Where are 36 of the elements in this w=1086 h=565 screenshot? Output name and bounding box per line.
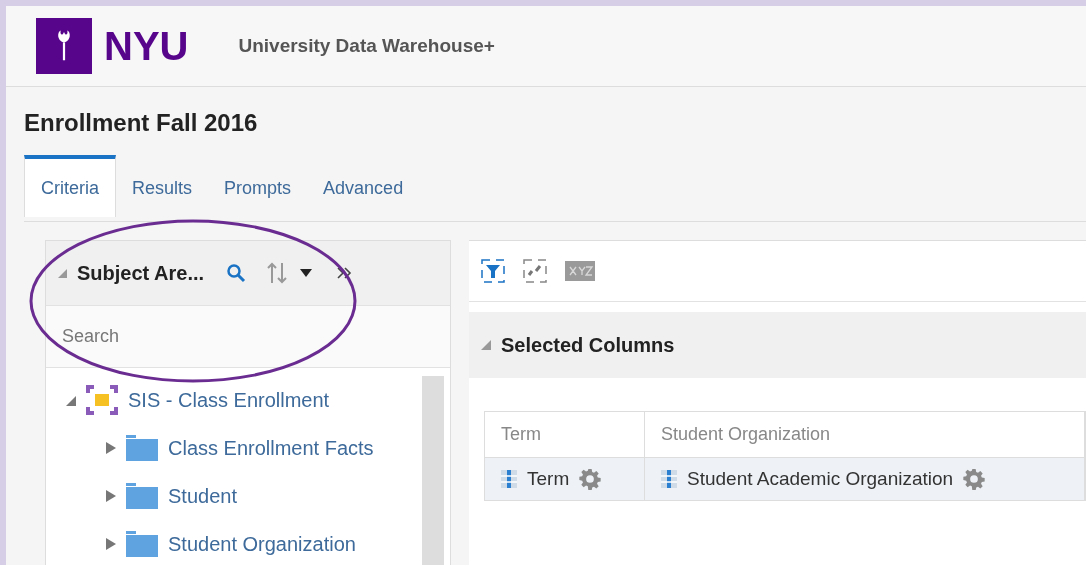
scrollbar[interactable] <box>422 376 444 565</box>
folder-icon <box>126 435 158 461</box>
panel-title: Subject Are... <box>77 261 205 285</box>
folder-icon <box>126 483 158 509</box>
tab[interactable]: Criteria <box>24 155 116 217</box>
folder-icon <box>126 531 158 557</box>
section-title: Selected Columns <box>501 333 675 357</box>
expand-triangle-icon[interactable] <box>106 442 116 454</box>
app-title: University Data Warehouse+ <box>238 35 495 57</box>
tab[interactable]: Advanced <box>307 155 420 217</box>
collapse-triangle-icon[interactable] <box>66 394 76 406</box>
expand-triangle-icon[interactable] <box>106 490 116 502</box>
gear-icon[interactable] <box>579 468 602 490</box>
logo-text: NYU <box>104 23 189 69</box>
page-title: Enrollment Fall 2016 <box>23 108 259 137</box>
search-field[interactable]: Search <box>46 306 450 368</box>
collapse-triangle-icon[interactable] <box>58 268 67 278</box>
tree-item[interactable]: SIS - Class Enrollment <box>128 388 330 412</box>
collapse-triangle-icon[interactable] <box>481 340 491 350</box>
filter-icon[interactable] <box>481 259 505 283</box>
tab[interactable]: Prompts <box>208 155 308 217</box>
expand-triangle-icon[interactable] <box>106 538 116 550</box>
tab[interactable]: Results <box>116 155 209 217</box>
tree-item[interactable]: Student <box>168 484 237 508</box>
torch-logo-icon <box>36 18 92 74</box>
expand-chevron-icon[interactable] <box>336 267 353 279</box>
gear-icon[interactable] <box>963 468 986 490</box>
selection-steps-icon[interactable] <box>523 259 547 283</box>
column-icon <box>501 470 517 488</box>
column-item[interactable]: Term <box>527 468 570 490</box>
search-icon[interactable] <box>226 263 247 283</box>
subject-area-icon <box>86 385 118 415</box>
dropdown-caret-icon[interactable] <box>300 269 313 277</box>
column-icon <box>661 470 677 488</box>
tree-item[interactable]: Class Enrollment Facts <box>168 436 374 460</box>
tree-item[interactable]: Student Organization <box>168 532 356 556</box>
